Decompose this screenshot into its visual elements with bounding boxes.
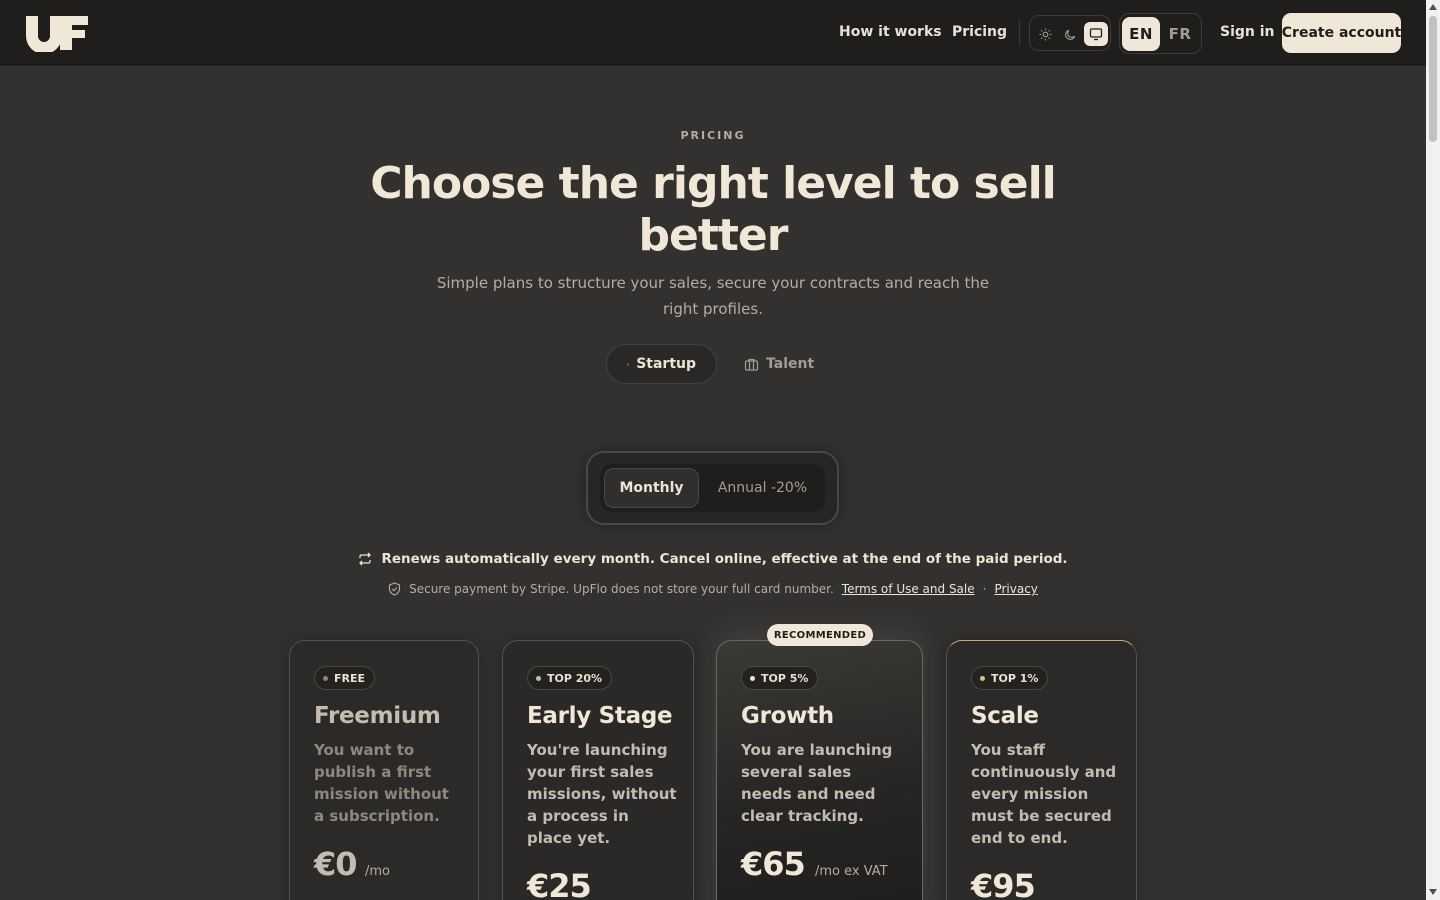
plan-price: €65 xyxy=(741,845,806,883)
create-account-button[interactable]: Create account xyxy=(1282,13,1401,53)
page-scrollbar[interactable] xyxy=(1426,0,1440,900)
plan-price: €0 xyxy=(314,845,358,883)
section-eyebrow: PRICING xyxy=(680,129,746,142)
scrollbar-thumb[interactable] xyxy=(1429,16,1437,142)
page-subtitle: Simple plans to structure your sales, se… xyxy=(436,274,990,318)
language-en-button[interactable]: EN xyxy=(1122,17,1160,51)
sun-icon xyxy=(1038,27,1052,41)
price-unit: /mo ex VAT xyxy=(815,864,888,879)
billing-monthly-option[interactable]: Monthly xyxy=(604,468,699,508)
nav-how-it-works[interactable]: How it works xyxy=(839,24,942,40)
shield-check-icon xyxy=(389,582,401,596)
terms-link[interactable]: Terms of Use and Sale xyxy=(842,582,975,596)
tier-dot-icon xyxy=(750,675,755,681)
tier-badge-label: FREE xyxy=(334,671,366,685)
plan-price: €95 xyxy=(971,867,1036,900)
renewal-note-text: Renews automatically every month. Cancel… xyxy=(381,551,1068,567)
secure-payment-text: Secure payment by Stripe. UpFlo does not… xyxy=(409,582,834,596)
building-icon xyxy=(627,363,630,365)
page-title: Choose the right level to sell better xyxy=(370,158,1057,261)
theme-system-button[interactable] xyxy=(1084,22,1108,46)
plan-card-freemium[interactable]: FREE Freemium You want to publish a firs… xyxy=(289,640,479,900)
tier-badge-label: TOP 5% xyxy=(761,671,809,685)
upflo-logo[interactable] xyxy=(24,14,90,52)
privacy-link[interactable]: Privacy xyxy=(994,582,1037,596)
plan-card-scale[interactable]: TOP 1% Scale You staff continuously and … xyxy=(946,640,1137,900)
nav-pricing[interactable]: Pricing xyxy=(952,24,1007,40)
audience-tab-label: Startup xyxy=(636,356,696,372)
divider xyxy=(1019,20,1020,46)
tier-dot-icon xyxy=(536,675,541,681)
audience-tab-startup[interactable]: Startup xyxy=(606,344,717,384)
moon-icon xyxy=(1064,29,1075,40)
tier-dot-icon xyxy=(323,675,328,681)
briefcase-icon xyxy=(744,358,759,371)
plan-price: €25 xyxy=(527,867,592,900)
theme-light-button[interactable] xyxy=(1033,22,1057,46)
plan-description: You staff continuously and every mission… xyxy=(971,741,1117,847)
tier-badge-label: TOP 1% xyxy=(991,671,1039,685)
language-switcher: EN FR xyxy=(1119,13,1202,54)
plan-name: Early Stage xyxy=(527,703,673,729)
tier-badge: FREE xyxy=(314,666,376,690)
tier-badge-label: TOP 20% xyxy=(547,671,603,685)
plan-card-early-stage[interactable]: TOP 20% Early Stage You're launching you… xyxy=(502,640,694,900)
billing-annual-option[interactable]: Annual -20% xyxy=(704,468,821,508)
plan-card-growth[interactable]: TOP 5% Growth You are launching several … xyxy=(716,640,923,900)
language-fr-button[interactable]: FR xyxy=(1161,17,1199,51)
secure-payment-note: Secure payment by Stripe. UpFlo does not… xyxy=(0,582,1426,596)
price-unit: /mo xyxy=(365,864,390,879)
plan-name: Freemium xyxy=(314,703,441,729)
plan-description: You want to publish a first mission with… xyxy=(314,741,449,825)
tier-badge: TOP 5% xyxy=(741,666,819,690)
plan-description: You are launching several sales needs an… xyxy=(741,741,893,825)
top-navigation-bar: How it works Pricing EN FR Sign in Creat… xyxy=(0,0,1426,67)
theme-switcher xyxy=(1029,15,1111,51)
plan-name: Growth xyxy=(741,703,834,729)
monitor-icon xyxy=(1089,28,1103,41)
renewal-note: Renews automatically every month. Cancel… xyxy=(0,551,1426,567)
audience-tab-talent[interactable]: Talent xyxy=(724,344,834,384)
plan-name: Scale xyxy=(971,703,1039,729)
tier-badge: TOP 20% xyxy=(527,666,613,690)
recommended-badge: RECOMMENDED xyxy=(767,624,873,646)
billing-period-toggle: Monthly Annual -20% xyxy=(586,451,839,525)
scroll-down-arrow-icon[interactable] xyxy=(1429,889,1437,895)
tier-badge: TOP 1% xyxy=(971,666,1049,690)
repeat-icon xyxy=(359,552,372,566)
link-separator: · xyxy=(982,582,987,596)
theme-dark-button[interactable] xyxy=(1058,22,1082,46)
billing-period-track: Monthly Annual -20% xyxy=(600,464,825,512)
tier-dot-icon xyxy=(980,675,985,681)
scroll-up-arrow-icon[interactable] xyxy=(1429,4,1437,10)
plan-description: You're launching your first sales missio… xyxy=(527,741,677,847)
audience-tab-label: Talent xyxy=(766,356,815,372)
sign-in-link[interactable]: Sign in xyxy=(1220,24,1275,40)
